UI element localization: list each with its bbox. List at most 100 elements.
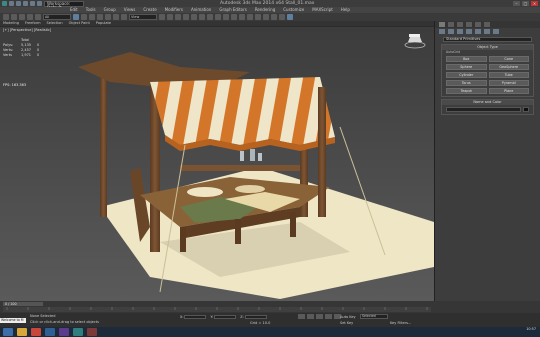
viewport-label[interactable]: [+] [Perspective] [Realistic]	[3, 28, 51, 32]
tube-button[interactable]: Tube	[488, 72, 529, 78]
rendered-frame-icon[interactable]	[279, 14, 285, 20]
x-field[interactable]	[184, 315, 207, 319]
align-icon[interactable]	[223, 14, 229, 20]
open-file-icon[interactable]	[16, 1, 21, 6]
space-warps-icon[interactable]	[484, 29, 490, 34]
teapot-button[interactable]: Teapot	[446, 88, 487, 94]
primitive-type-dropdown[interactable]: Standard Primitives	[443, 37, 532, 42]
app-icon[interactable]	[59, 328, 69, 336]
render-production-icon[interactable]	[287, 14, 293, 20]
mirror-icon[interactable]	[215, 14, 221, 20]
explorer-icon[interactable]	[17, 328, 27, 336]
tab-modeling[interactable]: Modeling	[3, 21, 19, 26]
render-setup-icon[interactable]	[271, 14, 277, 20]
schematic-view-icon[interactable]	[255, 14, 261, 20]
lights-icon[interactable]	[457, 29, 463, 34]
redo-tool-icon[interactable]	[11, 14, 17, 20]
key-filters-button[interactable]: Key Filters...	[390, 321, 411, 325]
cone-button[interactable]: Cone	[488, 56, 529, 62]
bind-space-warp-icon[interactable]	[35, 14, 41, 20]
named-selection-icon[interactable]	[207, 14, 213, 20]
goods-rolls	[235, 185, 265, 193]
y-field[interactable]	[214, 315, 237, 319]
viewcube-icon[interactable]	[404, 33, 426, 49]
workspace-dropdown[interactable]: Workspace: Default	[44, 0, 84, 9]
tab-freeform[interactable]: Freeform	[25, 21, 41, 26]
selected-dropdown[interactable]: Selected	[360, 314, 388, 319]
reference-coordinate-dropdown[interactable]: View	[129, 14, 157, 20]
motion-tab-icon[interactable]	[466, 22, 472, 27]
track-bar[interactable]	[3, 307, 431, 312]
create-tab-icon[interactable]	[439, 22, 445, 27]
display-tab-icon[interactable]	[475, 22, 481, 27]
tab-selection[interactable]: Selection	[47, 21, 63, 26]
unlink-icon[interactable]	[27, 14, 33, 20]
box-button[interactable]: Box	[446, 56, 487, 62]
curve-editor-icon[interactable]	[247, 14, 253, 20]
cylinder-button[interactable]: Cylinder	[446, 72, 487, 78]
windows-start-icon[interactable]	[3, 328, 13, 336]
save-file-icon[interactable]	[23, 1, 28, 6]
undo-icon[interactable]	[30, 1, 35, 6]
select-object-icon[interactable]	[73, 14, 79, 20]
cameras-icon[interactable]	[466, 29, 472, 34]
time-slider[interactable]: 0 / 100	[3, 302, 43, 306]
move-icon[interactable]	[105, 14, 111, 20]
redo-icon[interactable]	[37, 1, 42, 6]
rectangular-selection-icon[interactable]	[89, 14, 95, 20]
app-icon[interactable]	[87, 328, 97, 336]
post-front-right	[318, 87, 326, 217]
object-name-field[interactable]	[446, 107, 521, 112]
tab-object-paint[interactable]: Object Paint	[69, 21, 90, 26]
geometry-icon[interactable]	[439, 29, 445, 34]
object-color-swatch[interactable]	[523, 107, 529, 112]
utilities-tab-icon[interactable]	[484, 22, 490, 27]
select-manipulate-icon[interactable]	[167, 14, 173, 20]
modify-tab-icon[interactable]	[448, 22, 454, 27]
maximize-button[interactable]: □	[522, 1, 529, 6]
percent-snap-icon[interactable]	[191, 14, 197, 20]
go-to-start-icon[interactable]	[298, 314, 305, 319]
tab-populate[interactable]: Populate	[96, 21, 111, 26]
layer-manager-icon[interactable]	[231, 14, 237, 20]
hierarchy-tab-icon[interactable]	[457, 22, 463, 27]
photoshop-icon[interactable]	[45, 328, 55, 336]
close-button[interactable]: ×	[531, 1, 538, 6]
geosphere-button[interactable]: GeoSphere	[488, 64, 529, 70]
z-field[interactable]	[244, 315, 267, 319]
title-bar: Workspace: Default Autodesk 3ds Max 2014…	[0, 0, 540, 9]
systems-icon[interactable]	[493, 29, 499, 34]
new-file-icon[interactable]	[9, 1, 14, 6]
pivot-center-icon[interactable]	[159, 14, 165, 20]
select-by-name-icon[interactable]	[81, 14, 87, 20]
selection-filter-dropdown[interactable]: All	[43, 14, 71, 20]
perspective-viewport[interactable]: [+] [Perspective] [Realistic] Total Poly…	[0, 27, 434, 301]
window-crossing-icon[interactable]	[97, 14, 103, 20]
play-icon[interactable]	[316, 314, 323, 319]
maxscript-listener[interactable]: Welcome to M	[0, 318, 26, 323]
scale-icon[interactable]	[121, 14, 127, 20]
minimize-button[interactable]: –	[513, 1, 520, 6]
helpers-icon[interactable]	[475, 29, 481, 34]
set-key-button[interactable]: Set Key	[340, 321, 353, 325]
rotate-icon[interactable]	[113, 14, 119, 20]
spinner-snap-icon[interactable]	[199, 14, 205, 20]
material-editor-icon[interactable]	[263, 14, 269, 20]
graphite-toggle-icon[interactable]	[239, 14, 245, 20]
torus-button[interactable]: Torus	[446, 80, 487, 86]
pyramid-button[interactable]: Pyramid	[488, 80, 529, 86]
plane-button[interactable]: Plane	[488, 88, 529, 94]
chrome-icon[interactable]	[31, 328, 41, 336]
undo-tool-icon[interactable]	[3, 14, 9, 20]
angle-snap-icon[interactable]	[183, 14, 189, 20]
shapes-icon[interactable]	[448, 29, 454, 34]
previous-frame-icon[interactable]	[307, 314, 314, 319]
sphere-button[interactable]: Sphere	[446, 64, 487, 70]
app-logo-icon[interactable]	[2, 1, 7, 6]
3dsmax-taskbar-icon[interactable]	[73, 328, 83, 336]
auto-key-button[interactable]: Auto Key	[340, 315, 356, 319]
fps-readout: FPS: 163.363	[3, 83, 27, 87]
next-frame-icon[interactable]	[325, 314, 332, 319]
snap-toggle-icon[interactable]	[175, 14, 181, 20]
link-icon[interactable]	[19, 14, 25, 20]
